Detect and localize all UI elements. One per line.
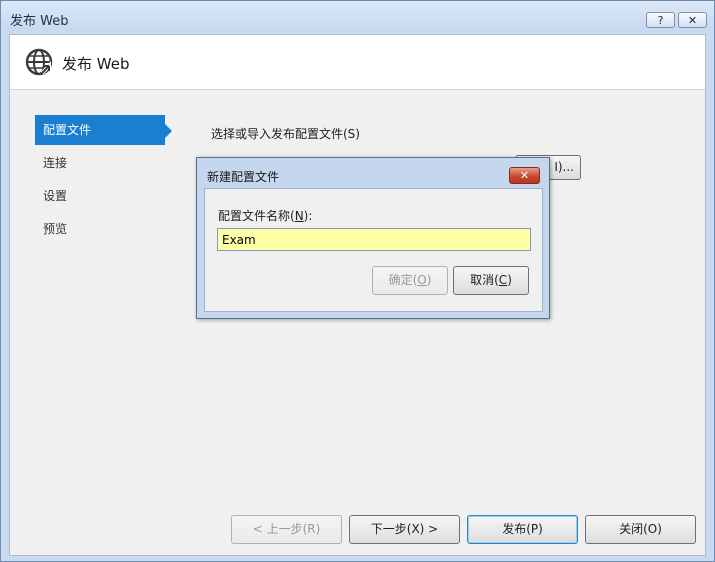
page-title: 发布 Web — [62, 55, 130, 73]
nav-item-profile[interactable]: 配置文件 — [35, 115, 165, 145]
ok-button[interactable]: 确定(O) — [372, 266, 448, 295]
nav-item-label: 连接 — [43, 156, 68, 170]
nav-item-settings[interactable]: 设置 — [35, 181, 165, 211]
close-button[interactable]: 关闭(O) — [585, 515, 696, 544]
new-profile-dialog: 新建配置文件 ✕ 配置文件名称(N): 确定(O) 取消(C) — [196, 157, 550, 319]
nav-item-connection[interactable]: 连接 — [35, 148, 165, 178]
wizard-header: 发布 Web — [10, 35, 705, 90]
profile-name-input[interactable] — [217, 228, 531, 251]
cancel-button[interactable]: 取消(C) — [453, 266, 529, 295]
profile-name-label: 配置文件名称(N): — [218, 209, 313, 223]
nav-selection-arrow — [165, 124, 172, 138]
nav-item-label: 设置 — [43, 189, 68, 203]
window-close-button[interactable]: ✕ — [678, 12, 707, 28]
dialog-body: 配置文件名称(N): 确定(O) 取消(C) — [204, 188, 543, 312]
dialog-close-button[interactable]: ✕ — [509, 167, 540, 184]
title-bar: 发布 Web ? ✕ — [1, 1, 714, 31]
window-title: 发布 Web — [10, 14, 69, 29]
publish-button[interactable]: 发布(P) — [467, 515, 578, 544]
dialog-title: 新建配置文件 — [207, 170, 280, 184]
profile-section-label: 选择或导入发布配置文件(S) — [211, 127, 360, 141]
globe-publish-icon — [25, 48, 53, 76]
nav-item-preview[interactable]: 预览 — [35, 214, 165, 244]
nav-item-label: 配置文件 — [43, 123, 92, 137]
nav-item-label: 预览 — [43, 222, 68, 236]
help-button[interactable]: ? — [646, 12, 675, 28]
next-button[interactable]: 下一步(X) > — [349, 515, 460, 544]
prev-button[interactable]: < 上一步(R) — [231, 515, 342, 544]
